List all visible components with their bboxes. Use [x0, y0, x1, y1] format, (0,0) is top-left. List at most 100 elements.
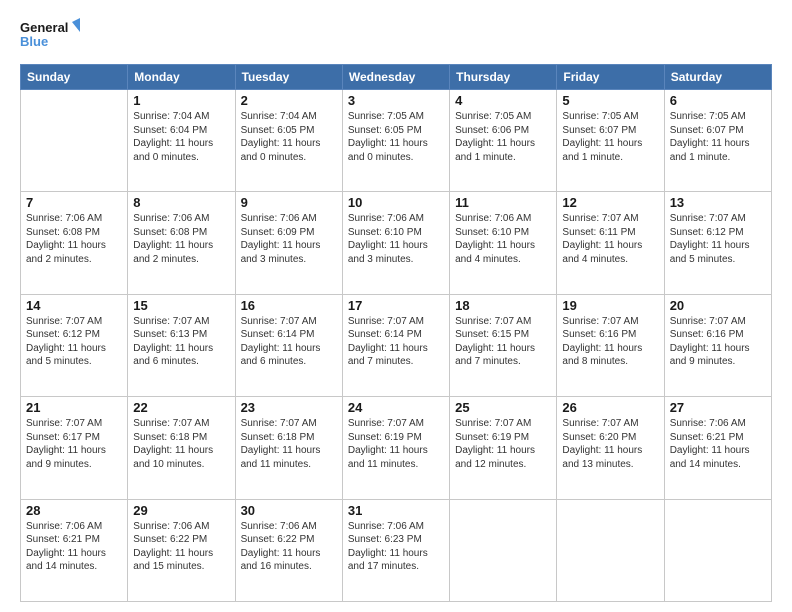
calendar-cell: [21, 90, 128, 192]
calendar-cell: 20Sunrise: 7:07 AMSunset: 6:16 PMDayligh…: [664, 294, 771, 396]
calendar-cell: 1Sunrise: 7:04 AMSunset: 6:04 PMDaylight…: [128, 90, 235, 192]
svg-text:Blue: Blue: [20, 34, 48, 49]
logo: General Blue: [20, 16, 80, 56]
calendar-day-header: Wednesday: [342, 65, 449, 90]
day-number: 6: [670, 93, 766, 108]
day-info: Sunrise: 7:07 AMSunset: 6:14 PMDaylight:…: [241, 315, 337, 369]
calendar-cell: 9 Sunrise: 7:06 AMSunset: 6:09 PMDaylight…: [235, 192, 342, 294]
day-info: Sunrise: 7:06 AMSunset: 6:09 PMDaylight:…: [241, 212, 337, 266]
calendar-day-header: Saturday: [664, 65, 771, 90]
day-info: Sunrise: 7:07 AMSunset: 6:18 PMDaylight:…: [133, 417, 229, 471]
calendar-cell: 27 Sunrise: 7:06 AMSunset: 6:21 PMDayligh…: [664, 397, 771, 499]
calendar-cell: 14Sunrise: 7:07 AMSunset: 6:12 PMDayligh…: [21, 294, 128, 396]
calendar-day-header: Monday: [128, 65, 235, 90]
calendar-week-row: 7 Sunrise: 7:06 AMSunset: 6:08 PMDaylight…: [21, 192, 772, 294]
day-number: 13: [670, 195, 766, 210]
day-number: 23: [241, 400, 337, 415]
day-number: 26: [562, 400, 658, 415]
calendar-cell: 25 Sunrise: 7:07 AMSunset: 6:19 PMDayligh…: [450, 397, 557, 499]
day-number: 14: [26, 298, 122, 313]
day-number: 11: [455, 195, 551, 210]
calendar-day-header: Tuesday: [235, 65, 342, 90]
day-number: 15: [133, 298, 229, 313]
calendar-week-row: 28Sunrise: 7:06 AMSunset: 6:21 PMDayligh…: [21, 499, 772, 601]
calendar-cell: 2Sunrise: 7:04 AMSunset: 6:05 PMDaylight…: [235, 90, 342, 192]
calendar-cell: [557, 499, 664, 601]
day-number: 31: [348, 503, 444, 518]
calendar-cell: 7 Sunrise: 7:06 AMSunset: 6:08 PMDaylight…: [21, 192, 128, 294]
calendar-cell: 18 Sunrise: 7:07 AMSunset: 6:15 PMDayligh…: [450, 294, 557, 396]
day-info: Sunrise: 7:07 AMSunset: 6:19 PMDaylight:…: [348, 417, 444, 471]
calendar-cell: 8 Sunrise: 7:06 AMSunset: 6:08 PMDaylight…: [128, 192, 235, 294]
day-info: Sunrise: 7:07 AMSunset: 6:16 PMDaylight:…: [670, 315, 766, 369]
calendar-cell: 16 Sunrise: 7:07 AMSunset: 6:14 PMDayligh…: [235, 294, 342, 396]
calendar-cell: 17Sunrise: 7:07 AMSunset: 6:14 PMDayligh…: [342, 294, 449, 396]
day-info: Sunrise: 7:07 AMSunset: 6:16 PMDaylight:…: [562, 315, 658, 369]
calendar-day-header: Sunday: [21, 65, 128, 90]
day-number: 8: [133, 195, 229, 210]
day-info: Sunrise: 7:07 AMSunset: 6:19 PMDaylight:…: [455, 417, 551, 471]
day-info: Sunrise: 7:05 AMSunset: 6:07 PMDaylight:…: [670, 110, 766, 164]
calendar-cell: 10 Sunrise: 7:06 AMSunset: 6:10 PMDayligh…: [342, 192, 449, 294]
day-number: 9: [241, 195, 337, 210]
calendar-week-row: 14Sunrise: 7:07 AMSunset: 6:12 PMDayligh…: [21, 294, 772, 396]
day-number: 25: [455, 400, 551, 415]
calendar-cell: 30 Sunrise: 7:06 AMSunset: 6:22 PMDayligh…: [235, 499, 342, 601]
day-number: 10: [348, 195, 444, 210]
day-number: 18: [455, 298, 551, 313]
header: General Blue: [20, 16, 772, 56]
day-number: 7: [26, 195, 122, 210]
calendar-cell: 19 Sunrise: 7:07 AMSunset: 6:16 PMDayligh…: [557, 294, 664, 396]
day-number: 22: [133, 400, 229, 415]
day-info: Sunrise: 7:06 AMSunset: 6:22 PMDaylight:…: [241, 520, 337, 574]
page: General Blue SundayMondayTuesdayWednesda…: [0, 0, 792, 612]
calendar-header-row: SundayMondayTuesdayWednesdayThursdayFrid…: [21, 65, 772, 90]
calendar-cell: 4Sunrise: 7:05 AMSunset: 6:06 PMDaylight…: [450, 90, 557, 192]
calendar-day-header: Thursday: [450, 65, 557, 90]
day-number: 27: [670, 400, 766, 415]
calendar-cell: 13Sunrise: 7:07 AMSunset: 6:12 PMDayligh…: [664, 192, 771, 294]
day-info: Sunrise: 7:07 AMSunset: 6:20 PMDaylight:…: [562, 417, 658, 471]
day-number: 2: [241, 93, 337, 108]
calendar-cell: 12 Sunrise: 7:07 AMSunset: 6:11 PMDayligh…: [557, 192, 664, 294]
day-info: Sunrise: 7:06 AMSunset: 6:22 PMDaylight:…: [133, 520, 229, 574]
day-info: Sunrise: 7:07 AMSunset: 6:11 PMDaylight:…: [562, 212, 658, 266]
calendar-cell: [664, 499, 771, 601]
day-info: Sunrise: 7:06 AMSunset: 6:10 PMDaylight:…: [348, 212, 444, 266]
day-info: Sunrise: 7:06 AMSunset: 6:08 PMDaylight:…: [133, 212, 229, 266]
calendar-table: SundayMondayTuesdayWednesdayThursdayFrid…: [20, 64, 772, 602]
day-info: Sunrise: 7:05 AMSunset: 6:05 PMDaylight:…: [348, 110, 444, 164]
day-info: Sunrise: 7:07 AMSunset: 6:13 PMDaylight:…: [133, 315, 229, 369]
day-number: 19: [562, 298, 658, 313]
day-number: 16: [241, 298, 337, 313]
calendar-cell: 6 Sunrise: 7:05 AMSunset: 6:07 PMDaylight…: [664, 90, 771, 192]
day-number: 24: [348, 400, 444, 415]
calendar-cell: 23 Sunrise: 7:07 AMSunset: 6:18 PMDayligh…: [235, 397, 342, 499]
calendar-cell: 5Sunrise: 7:05 AMSunset: 6:07 PMDaylight…: [557, 90, 664, 192]
day-number: 30: [241, 503, 337, 518]
svg-text:General: General: [20, 20, 68, 35]
day-number: 5: [562, 93, 658, 108]
calendar-cell: 28Sunrise: 7:06 AMSunset: 6:21 PMDayligh…: [21, 499, 128, 601]
day-info: Sunrise: 7:07 AMSunset: 6:18 PMDaylight:…: [241, 417, 337, 471]
calendar-cell: 22 Sunrise: 7:07 AMSunset: 6:18 PMDayligh…: [128, 397, 235, 499]
calendar-cell: 29 Sunrise: 7:06 AMSunset: 6:22 PMDayligh…: [128, 499, 235, 601]
calendar-cell: [450, 499, 557, 601]
day-info: Sunrise: 7:06 AMSunset: 6:10 PMDaylight:…: [455, 212, 551, 266]
day-info: Sunrise: 7:07 AMSunset: 6:17 PMDaylight:…: [26, 417, 122, 471]
day-info: Sunrise: 7:06 AMSunset: 6:23 PMDaylight:…: [348, 520, 444, 574]
day-info: Sunrise: 7:06 AMSunset: 6:21 PMDaylight:…: [670, 417, 766, 471]
day-info: Sunrise: 7:07 AMSunset: 6:15 PMDaylight:…: [455, 315, 551, 369]
day-info: Sunrise: 7:06 AMSunset: 6:08 PMDaylight:…: [26, 212, 122, 266]
calendar-cell: 31 Sunrise: 7:06 AMSunset: 6:23 PMDayligh…: [342, 499, 449, 601]
day-number: 29: [133, 503, 229, 518]
day-number: 3: [348, 93, 444, 108]
calendar-cell: 21Sunrise: 7:07 AMSunset: 6:17 PMDayligh…: [21, 397, 128, 499]
logo-svg: General Blue: [20, 16, 80, 56]
day-number: 4: [455, 93, 551, 108]
calendar-day-header: Friday: [557, 65, 664, 90]
calendar-cell: 3 Sunrise: 7:05 AMSunset: 6:05 PMDaylight…: [342, 90, 449, 192]
day-number: 12: [562, 195, 658, 210]
day-number: 17: [348, 298, 444, 313]
calendar-week-row: 21Sunrise: 7:07 AMSunset: 6:17 PMDayligh…: [21, 397, 772, 499]
